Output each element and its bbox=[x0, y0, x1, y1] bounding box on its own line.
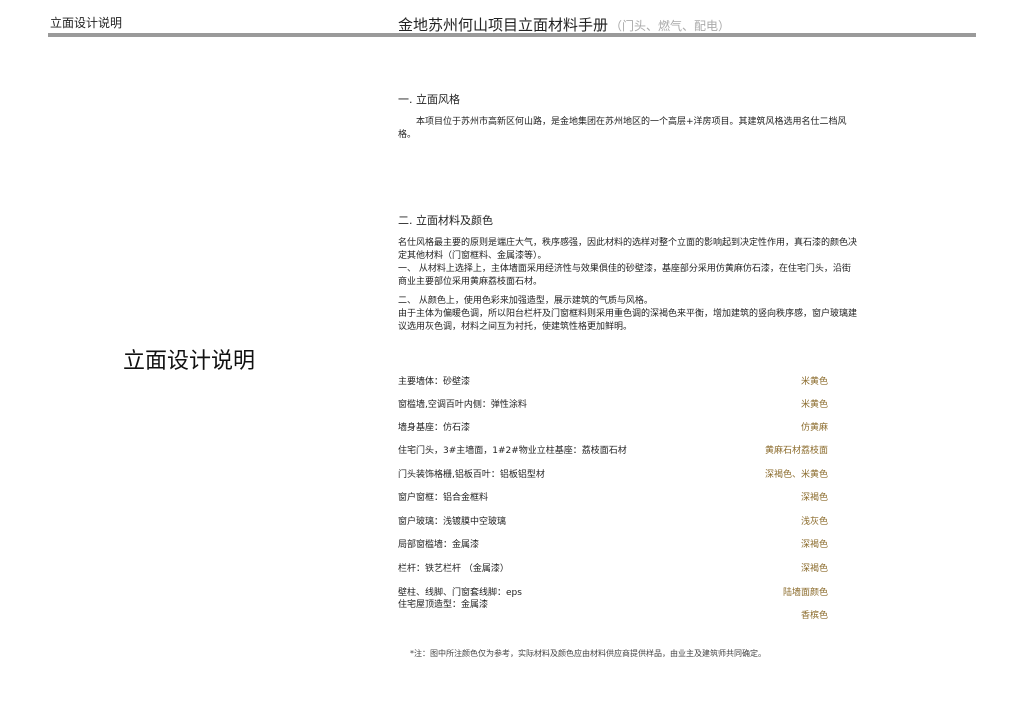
material-row: 窗户玻璃：浅镀膜中空玻璃 浅灰色 bbox=[398, 514, 828, 527]
material-row: 栏杆：铁艺栏杆 （金属漆） 深褐色 bbox=[398, 561, 828, 574]
material-row: 墙身基座：仿石漆 仿黄麻 bbox=[398, 420, 828, 433]
document-title-text: 金地苏州何山项目立面材料手册 bbox=[398, 16, 609, 34]
material-color: 浅灰色 bbox=[800, 517, 828, 527]
material-color: 深褐色、米黄色 bbox=[764, 470, 828, 480]
material-color: 深褐色 bbox=[800, 493, 828, 503]
material-label: 窗槛墙,空调百叶内侧：弹性涂料 bbox=[398, 400, 527, 410]
material-color: 黄麻石材荔枝面 bbox=[764, 446, 828, 456]
section2-title: 二. 立面材料及颜色 bbox=[398, 214, 493, 227]
material-label: 窗户窗框：铝合金框料 bbox=[398, 493, 489, 503]
material-color: 深褐色 bbox=[800, 540, 828, 550]
material-row: 窗户窗框：铝合金框料 深褐色 bbox=[398, 490, 828, 503]
content-body: 一. 立面风格 本项目位于苏州市高新区何山路，是金地集团在苏州地区的一个高层+洋… bbox=[398, 93, 858, 334]
header-rule bbox=[48, 33, 976, 37]
footnote: *注：图中所注颜色仅为参考，实际材料及颜色应由材料供应商提供样品，由业主及建筑师… bbox=[410, 649, 766, 658]
material-label: 主要墙体：砂壁漆 bbox=[398, 377, 471, 387]
document-subtitle: （门头、燃气、配电） bbox=[610, 19, 731, 33]
document-title: 金地苏州何山项目立面材料手册 （门头、燃气、配电） bbox=[398, 14, 730, 35]
material-label: 住宅屋顶造型：金属漆 bbox=[398, 600, 489, 610]
material-label: 窗户玻璃：浅镀膜中空玻璃 bbox=[398, 517, 507, 527]
material-row: 局部窗槛墙：金属漆 深褐色 bbox=[398, 537, 828, 550]
material-label: 栏杆：铁艺栏杆 （金属漆） bbox=[398, 564, 509, 574]
material-color: 米黄色 bbox=[800, 377, 828, 387]
header-left-label: 立面设计说明 bbox=[50, 16, 123, 30]
material-color: 深褐色 bbox=[800, 564, 828, 574]
material-color: 香槟色 bbox=[800, 611, 828, 621]
material-row: 住宅门头，3#主墙面，1#2#物业立柱基座：荔枝面石材 黄麻石材荔枝面 bbox=[398, 443, 828, 456]
material-color: 米黄色 bbox=[800, 400, 828, 410]
section1-body: 本项目位于苏州市高新区何山路，是金地集团在苏州地区的一个高层+洋房项目。其建筑风… bbox=[398, 117, 847, 140]
section2-paragraph-1: 名仕风格最主要的原则是端庄大气，秩序感强，因此材料的选样对整个立面的影响起到决定… bbox=[398, 238, 858, 261]
section2-paragraph-3: 二、 从颜色上，使用色彩来加强造型，展示建筑的气质与风格。 bbox=[398, 296, 653, 306]
section2-paragraph-4: 由于主体为偏暖色调，所以阳台栏杆及门窗框料则采用重色调的深褐色来平衡，增加建筑的… bbox=[398, 309, 858, 332]
section2-paragraph-2: 一、 从材料上选择上，主体墙面采用经济性与效果俱佳的砂壁漆，基座部分采用仿黄麻仿… bbox=[398, 264, 851, 287]
material-label: 墙身基座：仿石漆 bbox=[398, 423, 471, 433]
material-row: 主要墙体：砂壁漆 米黄色 bbox=[398, 374, 828, 387]
material-label: 门头装饰格栅,铝板百叶：铝板铝型材 bbox=[398, 470, 545, 480]
side-title: 立面设计说明 bbox=[123, 349, 256, 374]
material-row: 窗槛墙,空调百叶内侧：弹性涂料 米黄色 bbox=[398, 397, 828, 410]
material-row: 住宅屋顶造型：金属漆香槟色 bbox=[398, 597, 828, 621]
material-row: 门头装饰格栅,铝板百叶：铝板铝型材 深褐色、米黄色 bbox=[398, 467, 828, 480]
material-label: 住宅门头，3#主墙面，1#2#物业立柱基座：荔枝面石材 bbox=[398, 446, 627, 456]
section1-title: 一. 立面风格 bbox=[398, 93, 460, 106]
material-color: 仿黄麻 bbox=[800, 423, 828, 433]
material-label: 局部窗槛墙：金属漆 bbox=[398, 540, 480, 550]
